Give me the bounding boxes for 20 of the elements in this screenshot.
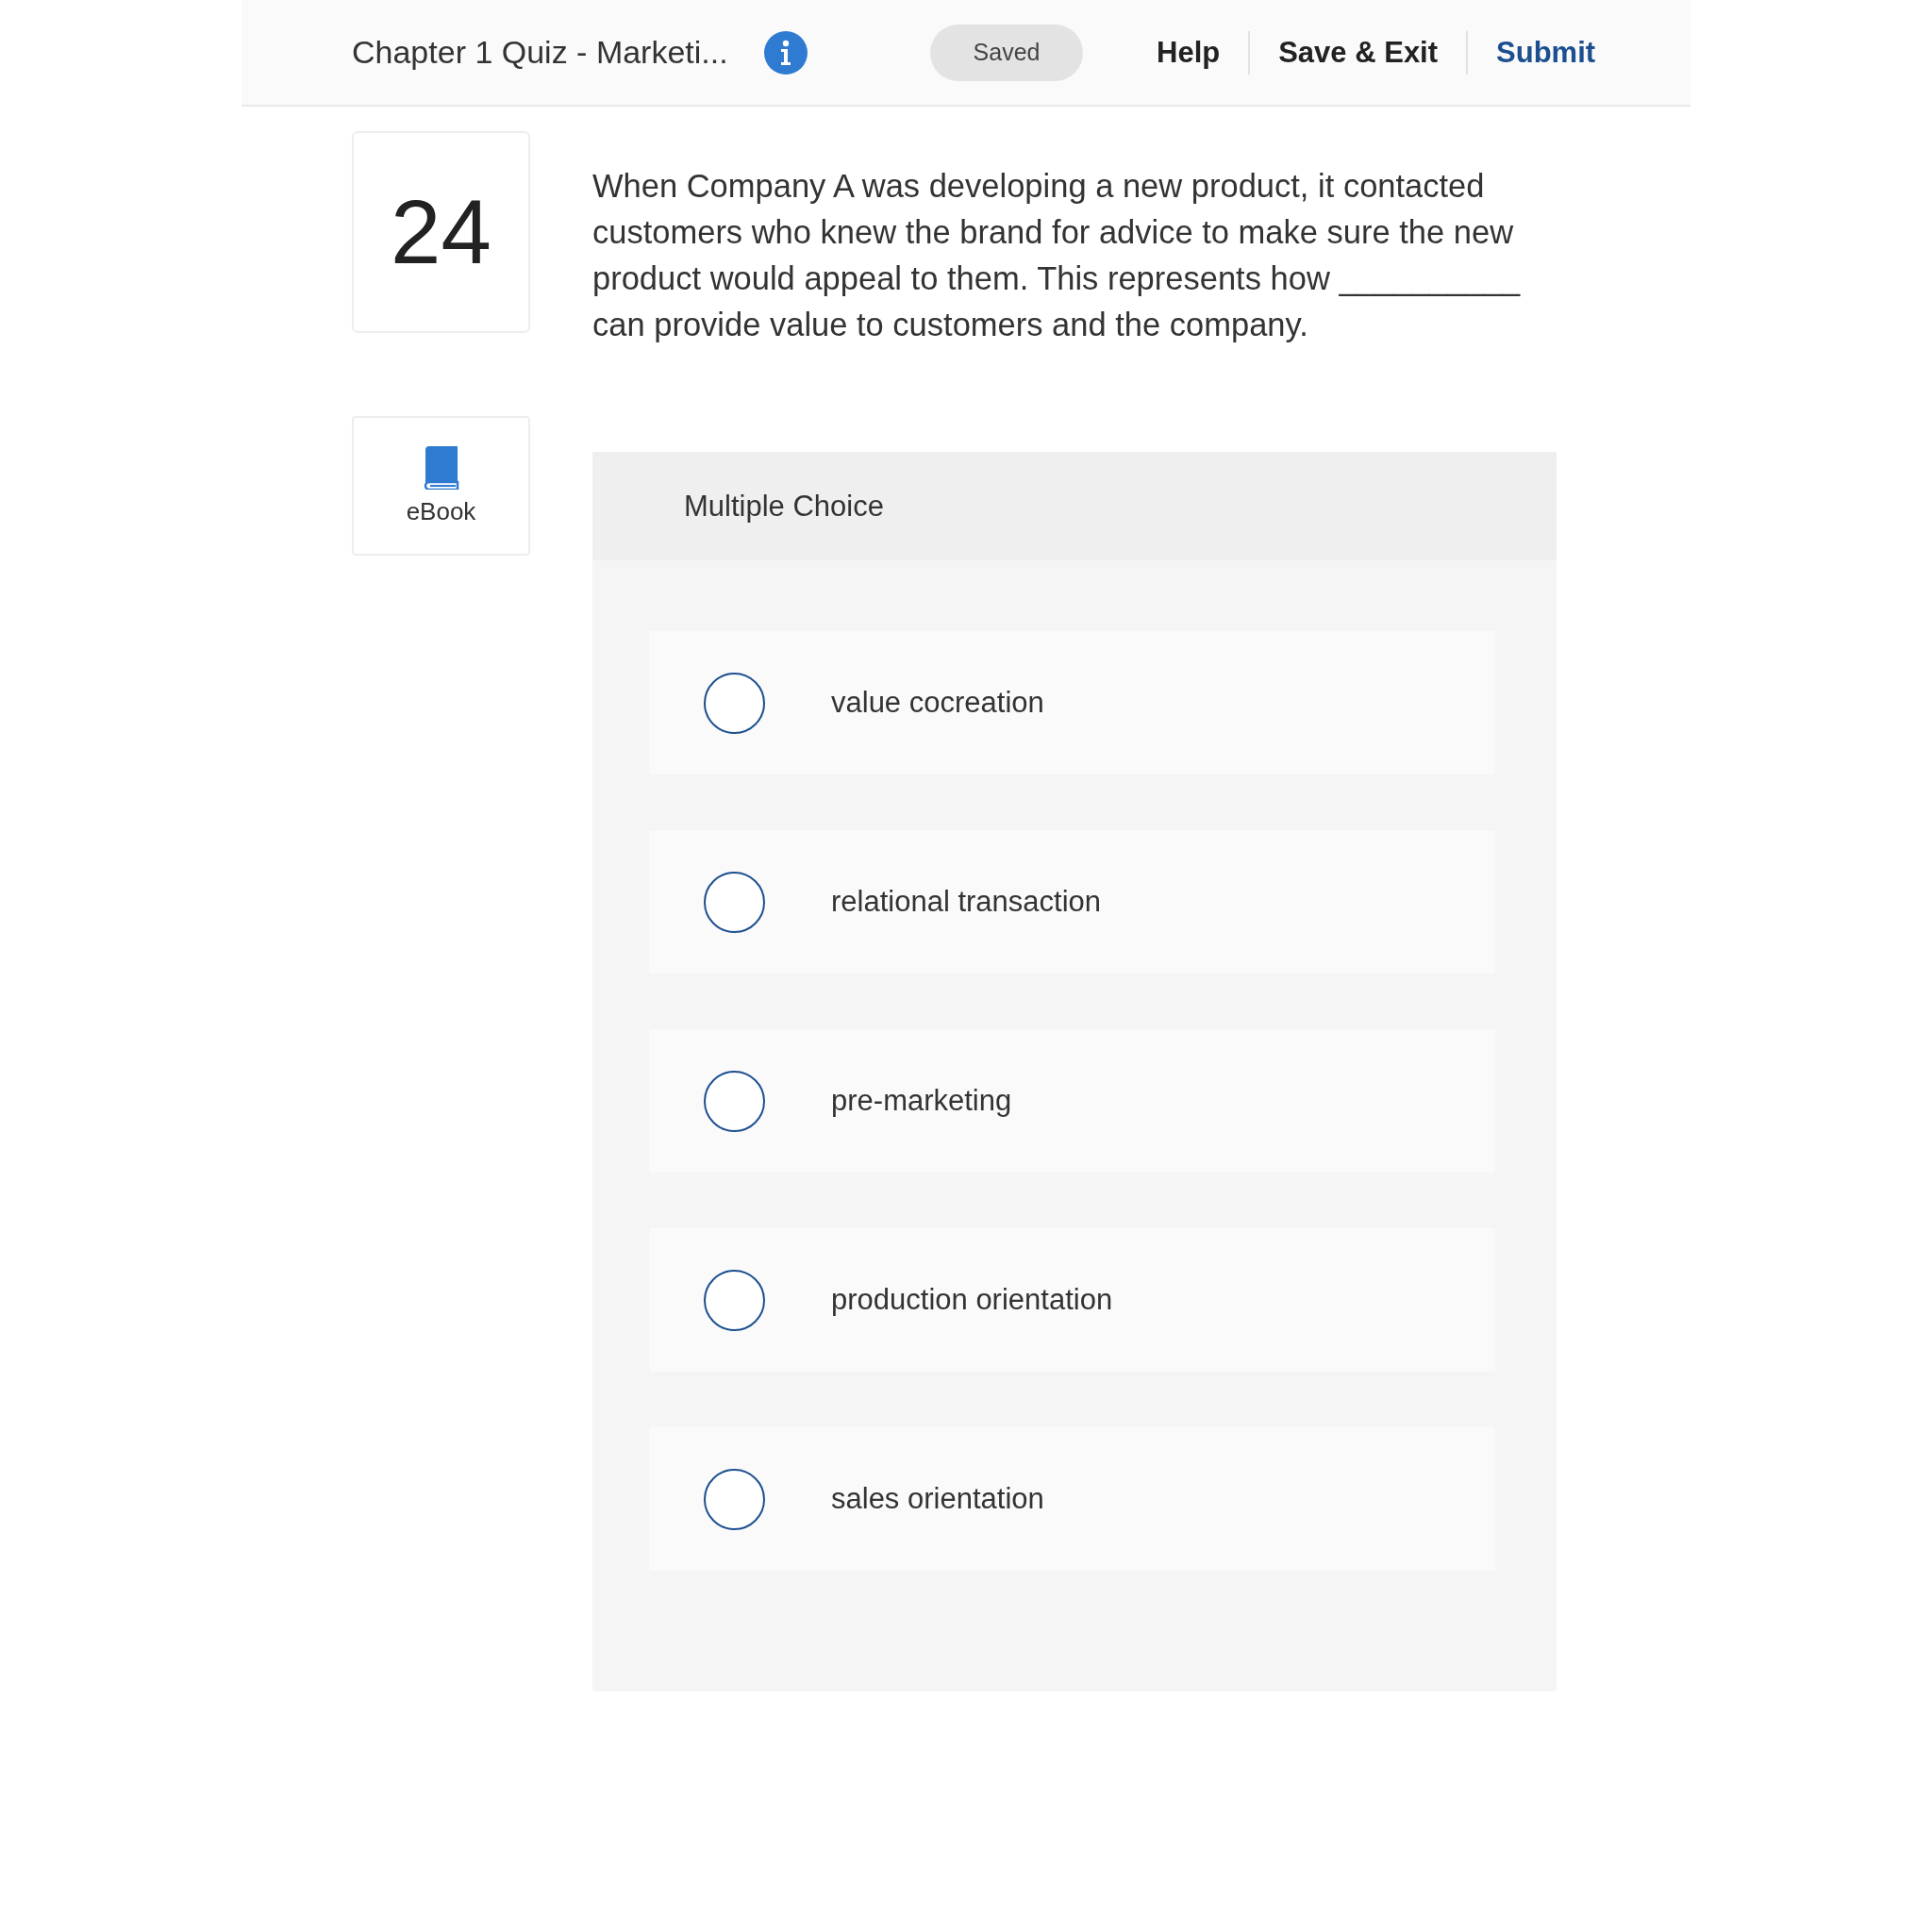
answer-option[interactable]: sales orientation <box>649 1427 1495 1571</box>
answer-option[interactable]: production orientation <box>649 1228 1495 1372</box>
option-label: sales orientation <box>831 1482 1044 1516</box>
option-label: value cocreation <box>831 686 1044 720</box>
question-number: 24 <box>352 131 530 333</box>
header-link[interactable]: Save & Exit <box>1250 35 1467 70</box>
saved-status: Saved <box>930 24 1083 81</box>
answer-option[interactable]: value cocreation <box>649 631 1495 774</box>
option-label: pre-marketing <box>831 1084 1012 1118</box>
answer-option[interactable]: pre-marketing <box>649 1029 1495 1173</box>
panel-title: Multiple Choice <box>684 489 884 524</box>
answer-option[interactable]: relational transaction <box>649 830 1495 974</box>
info-icon[interactable] <box>764 30 808 75</box>
submit-link[interactable]: Submit <box>1468 35 1624 70</box>
option-label: production orientation <box>831 1283 1113 1317</box>
question-text: When Company A was developing a new product, it contacted customers who knew the brand for advice to make sure the new product would appeal to them. This represents how __________ can provide value to customers and the company. <box>592 167 1522 344</box>
header-link[interactable]: Help <box>1128 35 1249 70</box>
option-label: relational transaction <box>831 885 1102 919</box>
ebook-button[interactable]: eBook <box>352 416 530 556</box>
quiz-title: Chapter 1 Quiz - Marketi... <box>352 34 729 71</box>
